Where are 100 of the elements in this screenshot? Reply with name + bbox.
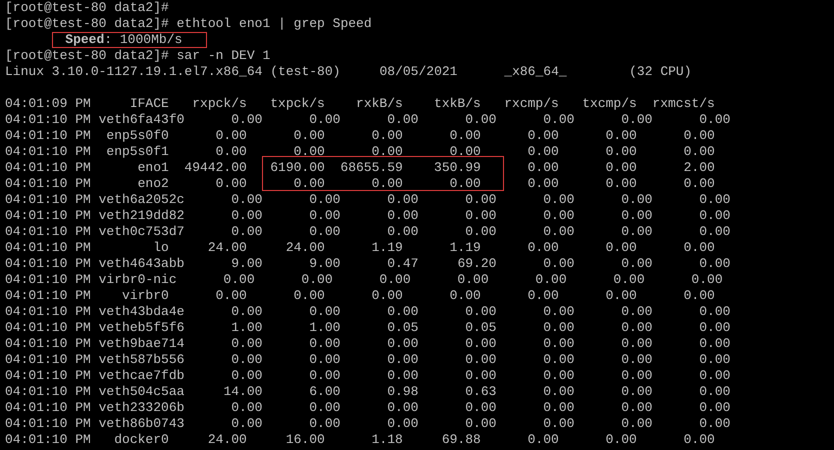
table-cell-text: 0.00: [604, 160, 637, 176]
table-cell-text: 1.19: [448, 240, 481, 256]
table-cell-text: 0.00: [526, 432, 559, 448]
table-cell: veth6fa43f0: [98, 112, 184, 128]
table-cell-text: 0.00: [698, 304, 730, 320]
table-cell: veth4643abb: [98, 256, 184, 272]
table-cell: 04:01:10 PM: [5, 336, 91, 352]
table-cell-text: 0.00: [620, 192, 652, 208]
table-cell-text: 0.00: [230, 400, 262, 416]
table-cell: veth587b556: [98, 352, 184, 368]
table-cell-text: 0.00: [230, 192, 262, 208]
table-cell-text: 0.00: [230, 304, 262, 320]
command-line: [root@test-80 data2]# sar -n DEV 1: [5, 48, 270, 63]
table-cell: 04:01:10 PM: [5, 176, 91, 192]
table-cell: virbr0-nic: [98, 272, 177, 288]
table-cell-text: lo: [152, 240, 169, 256]
table-cell-text: 0.00: [542, 416, 574, 432]
table-cell-text: 0.00: [230, 208, 262, 224]
table-cell-text: 0.00: [698, 112, 730, 128]
table-cell-text: 0.00: [230, 336, 262, 352]
table-cell-text: eno1: [136, 160, 169, 176]
table-cell: 04:01:10 PM: [5, 368, 91, 384]
table-cell: vethcae7fdb: [98, 368, 184, 384]
table-cell-text: 0.00: [370, 288, 403, 304]
table-cell-text: 0.00: [370, 128, 403, 144]
table-cell: 04:01:10 PM: [5, 144, 91, 160]
table-cell-text: 0.00: [308, 208, 340, 224]
table-cell-text: 24.00: [284, 240, 325, 256]
table-cell: 04:01:10 PM: [5, 320, 91, 336]
table-cell: 04:01:10 PM: [5, 128, 91, 144]
table-cell-text: 0.00: [464, 336, 496, 352]
table-cell-text: 0.00: [612, 272, 645, 288]
table-cell-text: 0.00: [448, 288, 481, 304]
table-cell-text: 0.00: [542, 208, 574, 224]
table-cell-text: 9.00: [308, 256, 340, 272]
table-cell-text: 0.00: [526, 128, 559, 144]
table-cell: vetheb5f5f6: [98, 320, 184, 336]
table-cell-text: 0.00: [682, 240, 715, 256]
table-cell: 04:01:10 PM: [5, 224, 91, 240]
table-cell-text: 0.00: [214, 128, 247, 144]
table-cell-text: 0.00: [698, 224, 730, 240]
table-cell-text: 0.00: [542, 320, 574, 336]
table-cell-text: 0.00: [214, 176, 247, 192]
table-cell-text: 0.00: [604, 288, 637, 304]
table-cell: 04:01:10 PM: [5, 400, 91, 416]
table-cell-text: 0.00: [620, 384, 652, 400]
table-cell-text: 0.00: [620, 320, 652, 336]
table-cell-text: 1.18: [370, 432, 403, 448]
table-cell-text: 0.00: [386, 352, 418, 368]
table-cell-text: 0.05: [386, 320, 418, 336]
table-cell-text: 0.00: [542, 384, 574, 400]
table-cell: 04:01:10 PM: [5, 432, 91, 448]
table-cell-text: 6190.00: [269, 160, 325, 176]
table-cell-text: 1.19: [370, 240, 403, 256]
table-cell: 04:01:10 PM: [5, 384, 91, 400]
table-cell-text: 0.00: [308, 416, 340, 432]
table-cell-text: 0.00: [230, 352, 262, 368]
table-cell-text: 0.00: [464, 352, 496, 368]
table-cell-text: 0.00: [308, 224, 340, 240]
table-cell-text: 0.00: [542, 224, 574, 240]
table-cell-text: 0.00: [698, 208, 730, 224]
table-cell-text: 0.00: [214, 288, 247, 304]
table-cell-text: 0.00: [378, 272, 411, 288]
table-cell-text: 0.63: [464, 384, 496, 400]
table-cell: 04:01:10 PM: [5, 240, 91, 256]
table-cell-text: 0.00: [620, 304, 652, 320]
table-cell-text: 0.00: [526, 288, 559, 304]
column-header: rxpck/s: [191, 96, 247, 112]
output-line: Linux 3.10.0-1127.19.1.el7.x86_64 (test-80) 08/05/2021 _x86_64_ (32 CPU): [5, 64, 692, 79]
table-cell-text: 0.00: [534, 272, 567, 288]
table-cell-text: 0.00: [698, 256, 730, 272]
column-header: rxmcst/s: [651, 96, 715, 112]
table-cell-text: 0.00: [604, 432, 637, 448]
table-cell-text: 0.00: [386, 112, 418, 128]
table-cell-text: 0.00: [308, 352, 340, 368]
table-cell-text: 0.00: [698, 192, 730, 208]
table-cell: veth504c5aa: [98, 384, 184, 400]
table-cell-text: 0.00: [604, 144, 637, 160]
table-cell-text: 0.00: [292, 128, 325, 144]
table-cell-text: docker0: [113, 432, 169, 448]
table-cell-text: 69.20: [456, 256, 496, 272]
table-cell-text: 2.00: [682, 160, 715, 176]
table-cell-text: 0.00: [464, 368, 496, 384]
table-cell-text: 1.00: [230, 320, 262, 336]
command-line: [root@test-80 data2]# ethtool eno1 | grep Speed: [5, 16, 372, 31]
table-cell-text: 0.00: [456, 272, 489, 288]
table-cell-text: 0.00: [698, 416, 730, 432]
table-cell-text: 24.00: [206, 240, 247, 256]
table-cell-text: 49442.00: [183, 160, 247, 176]
table-cell-text: 0.00: [698, 336, 730, 352]
table-cell-text: 0.00: [542, 256, 574, 272]
table-cell-text: 0.00: [386, 208, 418, 224]
table-cell: 04:01:10 PM: [5, 272, 91, 288]
table-cell-text: 0.00: [308, 336, 340, 352]
table-cell-text: 0.00: [386, 416, 418, 432]
table-cell-text: 0.00: [386, 336, 418, 352]
table-cell: 04:01:10 PM: [5, 416, 91, 432]
table-cell-text: 0.00: [300, 272, 333, 288]
table-cell-text: 0.00: [464, 192, 496, 208]
table-cell-text: 0.00: [464, 400, 496, 416]
